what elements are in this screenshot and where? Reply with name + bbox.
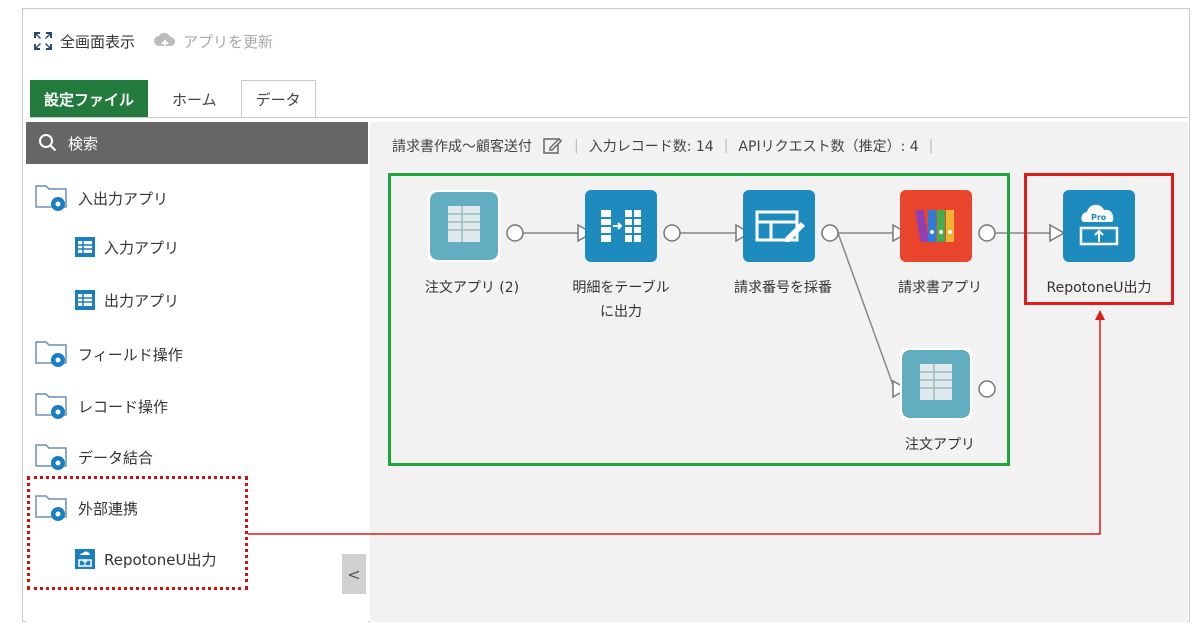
highlight-new-node (1024, 173, 1174, 305)
highlight-existing-flow (388, 173, 1010, 466)
highlight-sidebar-external (27, 476, 248, 590)
